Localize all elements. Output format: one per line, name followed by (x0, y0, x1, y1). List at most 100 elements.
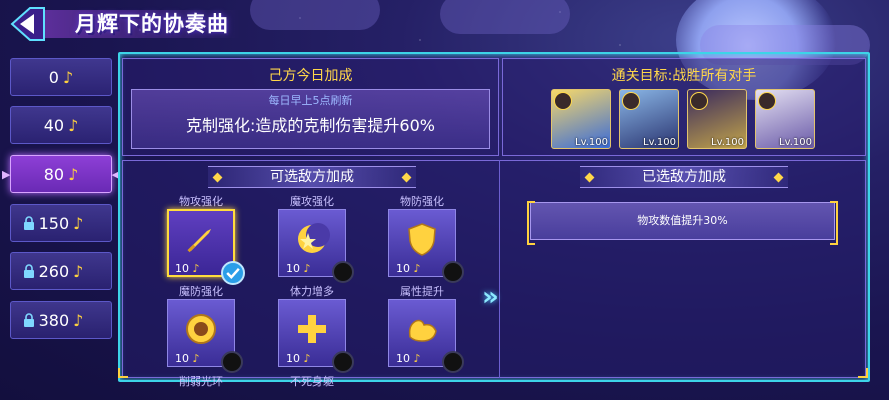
diamond-icon (584, 172, 595, 183)
tier-button-80[interactable]: ▶ ◀ 80 ♪ (2, 155, 120, 193)
buff-cost-value: 10 (175, 352, 189, 365)
buff-cost-value: 10 (175, 262, 189, 275)
tier-value: 260 (38, 261, 70, 281)
selected-buff-item[interactable]: 物攻数值提升30% (527, 201, 838, 245)
optional-buffs-heading: 可选敌方加成 (208, 166, 416, 188)
buff-cost: 10 ♪ (396, 262, 421, 275)
class-badge-icon (690, 92, 708, 110)
back-arrow-icon (10, 7, 45, 41)
buff-cost-value: 10 (396, 262, 410, 275)
buff-name: 属性提升 (400, 285, 444, 298)
lock-icon (24, 264, 34, 278)
buff-cost-value: 10 (286, 352, 300, 365)
optional-buffs-heading-text: 可选敌方加成 (270, 169, 354, 185)
objective-panel: 通关目标:战胜所有对手 Lv.100 Lv.100 Lv.100 Lv.100 (502, 58, 866, 156)
enemy-portrait[interactable]: Lv.100 (687, 89, 747, 149)
music-note-icon: ♪ (73, 310, 84, 330)
moon-star-icon (294, 221, 330, 257)
enemy-level: Lv.100 (779, 137, 812, 148)
enemy-portrait[interactable]: Lv.100 (551, 89, 611, 149)
buff-name: 体力增多 (290, 285, 334, 298)
buff-cost: 10 ♪ (175, 262, 200, 275)
lock-icon (24, 216, 34, 230)
buff-name: 魔攻强化 (290, 195, 334, 208)
panel-divider (499, 160, 500, 378)
select-circle-icon[interactable] (442, 351, 464, 373)
enemy-level: Lv.100 (643, 137, 676, 148)
diamond-icon (773, 172, 784, 183)
music-note-icon: ♪ (413, 262, 421, 275)
buff-card[interactable]: 物攻强化 10 ♪ (167, 195, 245, 285)
buff-cost: 10 ♪ (286, 262, 311, 275)
music-note-icon: ♪ (73, 213, 84, 233)
music-note-icon: ♪ (303, 262, 311, 275)
muscle-icon (404, 311, 440, 347)
emblem-icon (183, 311, 219, 347)
buff-name: 物防强化 (400, 195, 444, 208)
class-badge-icon (622, 92, 640, 110)
buff-card[interactable]: 魔防强化 10 ♪ 削弱光环 (167, 285, 243, 388)
plus-icon (294, 311, 330, 347)
refresh-note: 每日早上5点刷新 (268, 94, 353, 107)
corner-accent (118, 368, 128, 378)
buff-sub-label: 削弱光环 (179, 375, 223, 388)
cloud-decoration (250, 0, 380, 30)
check-icon[interactable] (221, 261, 245, 285)
tier-button-150[interactable]: 150 ♪ (10, 204, 112, 242)
tier-button-380[interactable]: 380 ♪ (10, 301, 112, 339)
tier-value: 380 (38, 310, 70, 330)
tier-button-40[interactable]: 40 ♪ (10, 106, 112, 144)
tier-button-260[interactable]: 260 ♪ (10, 252, 112, 290)
music-note-icon: ♪ (68, 115, 79, 135)
sword-icon (183, 221, 219, 257)
enemy-level: Lv.100 (575, 137, 608, 148)
buff-card[interactable]: 体力增多 10 ♪ 不死身躯 (278, 285, 354, 388)
enemy-portrait[interactable]: Lv.100 (619, 89, 679, 149)
music-note-icon: ♪ (68, 164, 79, 184)
class-badge-icon (758, 92, 776, 110)
buff-cost: 10 ♪ (286, 352, 311, 365)
ally-bonus-strip: 每日早上5点刷新 克制强化:造成的克制伤害提升60% (131, 89, 490, 149)
buff-cost-value: 10 (396, 352, 410, 365)
selected-buffs-heading: 已选敌方加成 (580, 166, 788, 188)
page-title: 月辉下的协奏曲 (75, 12, 229, 36)
lock-icon (24, 313, 34, 327)
music-note-icon: ♪ (303, 352, 311, 365)
arrow-left-icon: ▶ (2, 168, 11, 181)
buff-cost-value: 10 (286, 262, 300, 275)
class-badge-icon (554, 92, 572, 110)
tier-button-0[interactable]: 0 ♪ (10, 58, 112, 96)
music-note-icon: ♪ (73, 261, 84, 281)
ally-bonus-description: 克制强化:造成的克制伤害提升60% (186, 116, 435, 135)
diamond-icon (212, 172, 223, 183)
buff-name: 魔防强化 (179, 285, 223, 298)
select-circle-icon[interactable] (332, 351, 354, 373)
music-note-icon: ♪ (62, 67, 74, 87)
arrow-right-icon: ◀ (111, 168, 120, 181)
select-circle-icon[interactable] (442, 261, 464, 283)
buff-card[interactable]: 物防强化 10 ♪ (388, 195, 464, 283)
move-buffs-chevron-icon[interactable]: » (482, 282, 499, 312)
diamond-icon (401, 172, 412, 183)
music-note-icon: ♪ (192, 352, 200, 365)
tier-value: 150 (38, 213, 70, 233)
buff-cost: 10 ♪ (175, 352, 200, 365)
ally-bonus-heading: 己方今日加成 (268, 68, 353, 84)
back-button[interactable] (6, 4, 56, 44)
select-circle-icon[interactable] (221, 351, 243, 373)
music-note-icon: ♪ (192, 262, 200, 275)
select-circle-icon[interactable] (332, 261, 354, 283)
enemy-portrait[interactable]: Lv.100 (755, 89, 815, 149)
tier-value: 80 (43, 164, 65, 184)
cloud-decoration (440, 0, 570, 34)
buff-cost: 10 ♪ (396, 352, 421, 365)
selected-buffs-heading-text: 已选敌方加成 (642, 169, 726, 185)
corner-accent (858, 368, 868, 378)
tier-value: 0 (48, 67, 59, 87)
buff-card[interactable]: 魔攻强化 10 ♪ (278, 195, 354, 283)
buff-card[interactable]: 属性提升 10 ♪ (388, 285, 464, 373)
buff-sub-label: 不死身躯 (290, 375, 334, 388)
tier-value: 40 (43, 115, 65, 135)
enemy-level: Lv.100 (711, 137, 744, 148)
objective-heading: 通关目标:战胜所有对手 (611, 68, 757, 84)
